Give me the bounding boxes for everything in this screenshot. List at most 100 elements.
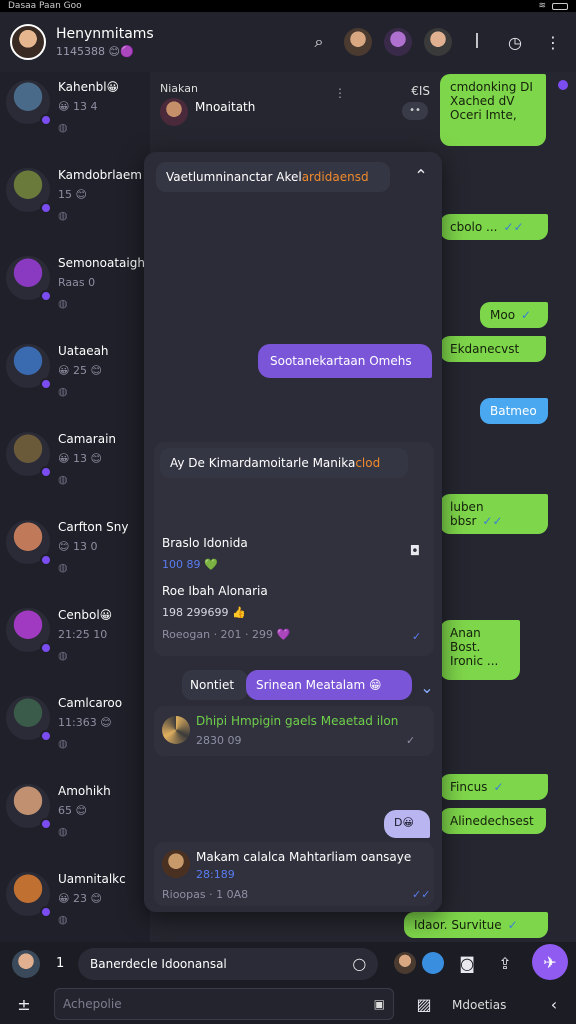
plus-icon[interactable]: ± <box>12 992 36 1016</box>
online-badge <box>40 906 52 918</box>
conversation-row[interactable]: Amohikh 65 😊 ◍ <box>0 776 150 864</box>
send-button[interactable]: ✈ <box>532 944 568 980</box>
chevron-down-icon[interactable]: ⌄ <box>414 674 440 700</box>
avatar <box>6 696 52 742</box>
contact-avatar-small[interactable] <box>394 952 416 974</box>
online-badge <box>40 202 52 214</box>
check-icon: ✓✓ <box>412 888 431 901</box>
collapse-icon[interactable]: ⌃ <box>408 162 434 188</box>
link-preview-card[interactable]: Dhipi Hmpigin gaels Meaetad ilon 2830 09… <box>154 706 434 756</box>
conversation-name: Kahenbl😀 <box>58 80 120 94</box>
check-icon: ✓ <box>493 780 504 794</box>
message-meta: 28:189 <box>196 868 235 881</box>
message-bubble-blue[interactable]: Batmeo <box>480 398 548 424</box>
blue-status-icon[interactable] <box>422 952 444 974</box>
sticker-icon[interactable]: ▣ <box>374 997 385 1011</box>
contact-avatar-1[interactable] <box>344 28 372 56</box>
share-icon[interactable]: ⇪ <box>494 952 516 974</box>
search-result-title: Ay De Kimardamoitarle Manikaclod <box>160 448 408 478</box>
message-bubble-green[interactable]: Moo ✓ <box>480 302 548 328</box>
read-receipt-icon <box>558 80 568 90</box>
chat-bubble-icon[interactable]: ◯ <box>353 957 366 971</box>
conversation-meta: 😀 25 😊 <box>58 364 102 377</box>
result-item-meta: 198 299699 👍 <box>162 606 246 619</box>
back-icon[interactable]: ‹ <box>542 992 566 1016</box>
conversation-row[interactable]: Camarain 😀 13 😊 ◍ <box>0 424 150 512</box>
conversation-name: Camarain <box>58 432 117 446</box>
status-icon: ◍ <box>58 561 68 574</box>
camera-icon[interactable]: ◙ <box>456 952 478 974</box>
chat-header: Niakan Mnoaitath ⋮ €IS •• <box>155 78 430 138</box>
link-meta: 2830 09 <box>196 734 242 747</box>
message-bubble-purple[interactable]: Sootanekartaan Omehs <box>258 344 432 378</box>
conversation-meta: Raas 0 <box>58 276 96 289</box>
carrier-text: Dasaa Paan Goo <box>8 1 82 11</box>
message-bubble-green[interactable]: Anan Bost. Ironic ... <box>440 620 520 680</box>
page-subtitle: 1145388 😊🟣 <box>56 45 134 58</box>
conversation-name: Carfton Sny <box>58 520 129 534</box>
message-field[interactable]: Banerdecle Idoonansal ◯ <box>78 948 378 980</box>
conversation-meta: 😀 13 4 <box>58 100 98 113</box>
conversation-meta: 65 😊 <box>58 804 87 817</box>
result-item-meta: 100 89 💚 <box>162 558 218 571</box>
contact-avatar[interactable] <box>160 98 188 126</box>
conversation-name: Uamnitalkc <box>58 872 126 886</box>
result-item-title: Braslo Idonida <box>162 536 248 550</box>
status-icon: ◍ <box>58 913 68 926</box>
message-bubble-green[interactable]: luben bbsr ✓✓ <box>440 494 548 534</box>
notice-bubble[interactable]: Srinean Meatalam 😁 <box>246 670 412 700</box>
search-icon[interactable]: ⌕ <box>306 29 332 55</box>
more-options-icon[interactable]: ⋮ <box>540 29 566 55</box>
search-result-card[interactable]: Ay De Kimardamoitarle Manikaclod Braslo … <box>154 442 434 656</box>
profile-avatar[interactable] <box>10 24 46 60</box>
status-bar: Dasaa Paan Goo ≋ <box>0 0 576 12</box>
conversation-row[interactable]: Cenbol😀 21:25 10 ◍ <box>0 600 150 688</box>
conversation-row[interactable]: Uataeah 😀 25 😊 ◍ <box>0 336 150 424</box>
small-message-bubble[interactable]: D😀 <box>384 810 430 838</box>
conversation-row[interactable]: Uamnitalkc 😀 23 😊 ◍ <box>0 864 150 942</box>
text-input[interactable]: Achepolie ▣ <box>54 988 394 1020</box>
conversation-name: Amohikh <box>58 784 111 798</box>
user-avatar[interactable] <box>12 950 40 978</box>
conversation-row[interactable]: Carfton Sny 😊 13 0 ◍ <box>0 512 150 600</box>
conversation-row[interactable]: Camlcaroo 11:363 😊 ◍ <box>0 688 150 776</box>
conversation-row[interactable]: Kahenbl😀 😀 13 4 ◍ <box>0 72 150 160</box>
mic-icon[interactable]: ꟾ <box>464 29 490 55</box>
message-bubble-green[interactable]: Alinedechsest <box>440 808 546 834</box>
online-badge <box>40 642 52 654</box>
conversation-row[interactable]: Kamdobrlaem 15 😊 ◍ <box>0 160 150 248</box>
result-item-title: Roe Ibah Alonaria <box>162 584 268 598</box>
contact-avatar-2[interactable] <box>384 28 412 56</box>
link-title: Dhipi Hmpigin gaels Meaetad ilon <box>196 714 399 728</box>
online-badge <box>40 378 52 390</box>
online-badge <box>40 818 52 830</box>
message-bubble-green[interactable]: Ekdanecvst <box>440 336 546 362</box>
battery-icon <box>552 2 568 10</box>
conversation-name: Uataeah <box>58 344 109 358</box>
contact-avatar-3[interactable] <box>424 28 452 56</box>
conversation-name: Kamdobrlaem <box>58 168 142 182</box>
avatar <box>6 608 52 654</box>
conversation-name: Semonoataigho <box>58 256 150 270</box>
result-item-sub: Roeogan · 201 · 299 💜 <box>162 628 291 641</box>
message-bubble-green[interactable]: cbolo ... ✓✓ <box>440 214 548 240</box>
camera-icon[interactable]: ◘ <box>402 538 428 564</box>
image-icon[interactable]: ▨ <box>412 992 436 1016</box>
message-bubble-green[interactable]: Fincus ✓ <box>440 774 548 800</box>
composer-bar: 1 Banerdecle Idoonansal ◯ ◙ ⇪ ± Achepoli… <box>0 942 576 1024</box>
message-card[interactable]: Makam calalca Mahtarliam oansaye 28:189 … <box>154 842 434 906</box>
message-bubble-green[interactable]: cmdonking DI Xached dV Oceri Imte, <box>440 74 546 146</box>
check-icon: ✓✓ <box>503 220 524 234</box>
conversation-meta: 😀 13 😊 <box>58 452 102 465</box>
more-options-icon[interactable]: ⋮ <box>334 86 346 100</box>
message-bubble-green[interactable]: Idaor. Survitue ✓ <box>404 912 548 938</box>
status-icon: ◍ <box>58 209 68 222</box>
clock-icon[interactable]: ◷ <box>502 29 528 55</box>
wifi-icon: ≋ <box>538 1 546 11</box>
conversation-meta: 😀 23 😊 <box>58 892 102 905</box>
status-pill[interactable]: •• <box>402 102 428 120</box>
search-query[interactable]: Vaetlumninanctar Akelardidaensd <box>156 162 390 192</box>
status-icon: ◍ <box>58 385 68 398</box>
conversation-row[interactable]: Semonoataigho Raas 0 ◍ <box>0 248 150 336</box>
conversation-meta: 15 😊 <box>58 188 87 201</box>
